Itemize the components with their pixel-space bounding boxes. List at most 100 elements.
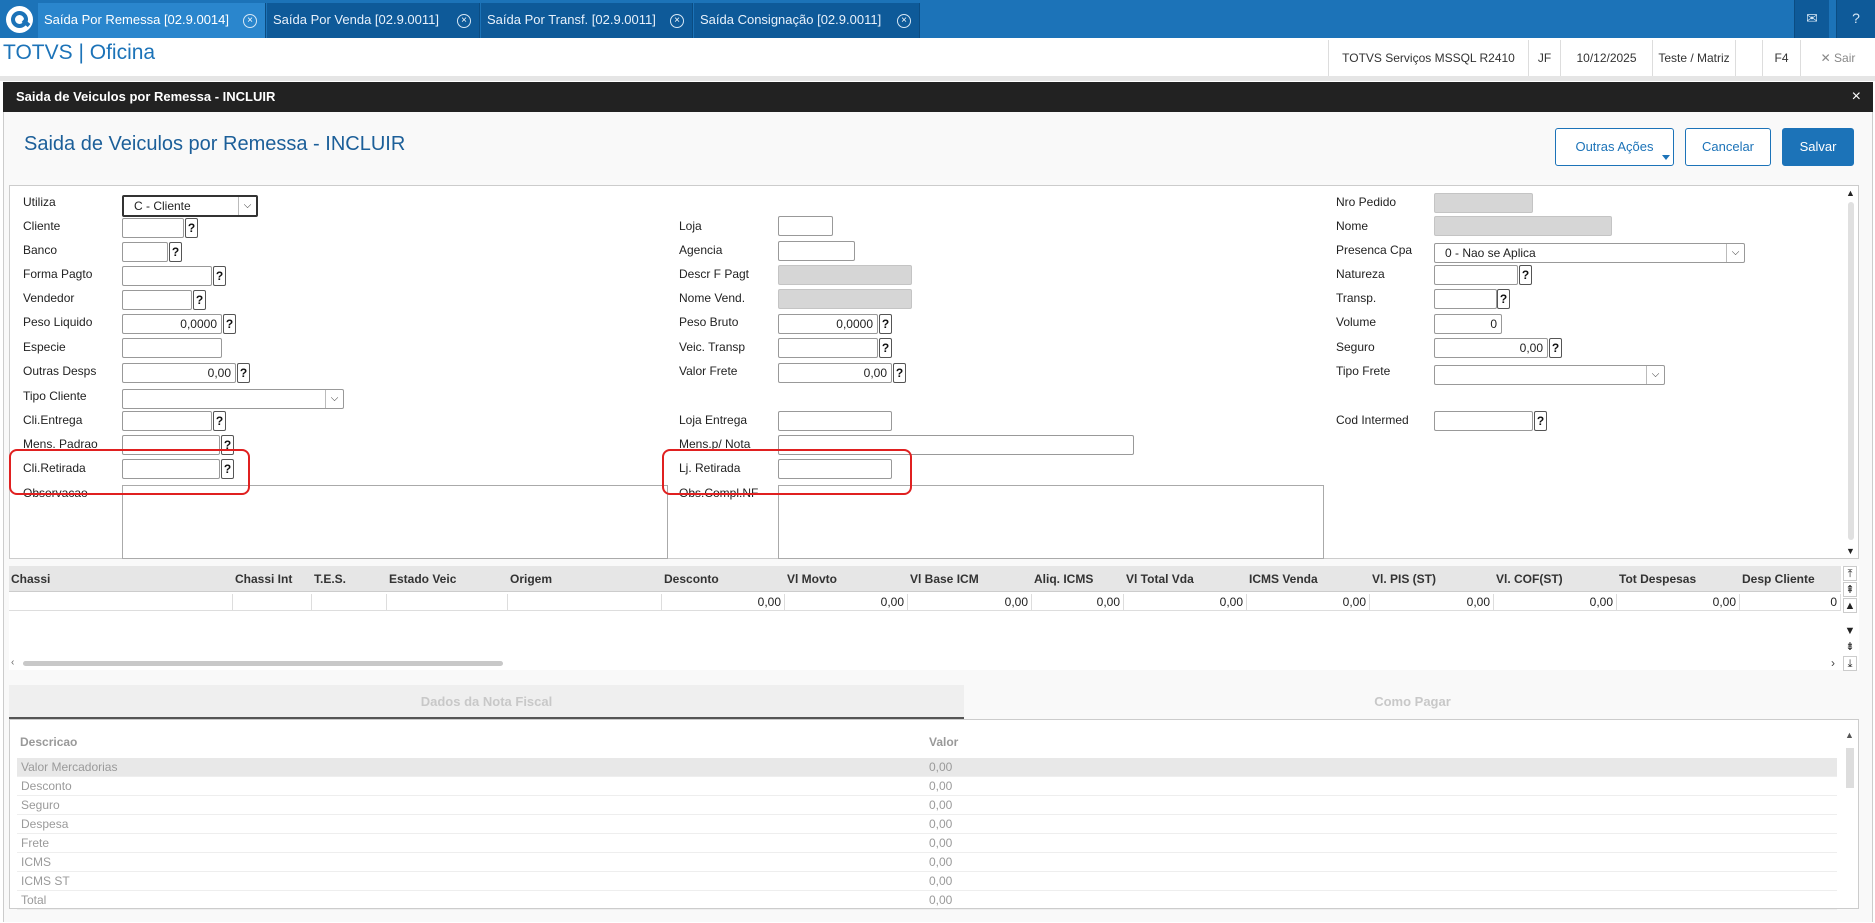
outras-desps-search-icon[interactable]: ? [237,363,250,383]
list-item[interactable]: ICMS ST 0,00 [17,872,1837,891]
transp-search-icon[interactable]: ? [1497,289,1510,309]
cell-chassi-int[interactable] [233,594,312,611]
cell-desconto[interactable]: 0,00 [662,594,785,611]
help-icon[interactable]: ? [1836,0,1875,38]
cliente-search-icon[interactable]: ? [185,218,198,238]
cell-vl-total-vda[interactable]: 0,00 [1124,594,1247,611]
forma-pagto-input[interactable] [122,266,212,286]
list-item[interactable]: Despesa 0,00 [17,815,1837,834]
cod-intermed-search-icon[interactable]: ? [1534,411,1547,431]
tipo-cliente-select[interactable]: ⌵ [122,389,344,409]
date-label[interactable]: 10/12/2025 [1560,40,1652,76]
banco-search-icon[interactable]: ? [169,242,182,262]
cod-intermed-input[interactable] [1434,411,1533,431]
col-tes[interactable]: T.E.S. [312,566,387,592]
observacao-textarea[interactable] [122,485,668,559]
vendedor-search-icon[interactable]: ? [193,290,206,310]
close-icon[interactable]: × [670,14,684,28]
natureza-search-icon[interactable]: ? [1519,265,1532,285]
exit-button[interactable]: ✕ Sair [1800,40,1875,76]
outras-desps-input[interactable]: 0,00 [122,363,236,383]
vendedor-input[interactable] [122,290,192,310]
col-desconto[interactable]: Desconto [662,566,785,592]
list-item[interactable]: Frete 0,00 [17,834,1837,853]
cell-vl-pis-st[interactable]: 0,00 [1370,594,1494,611]
scroll-right-icon[interactable]: › [1831,656,1835,670]
cell-tot-despesas[interactable]: 0,00 [1617,594,1740,611]
tab-saida-consignacao[interactable]: Saída Consignação [02.9.0011] × [694,3,920,38]
close-icon[interactable]: × [1852,82,1861,112]
obs-compl-nf-textarea[interactable] [778,485,1324,559]
peso-liquido-input[interactable]: 0,0000 [122,314,222,334]
cell-icms-venda[interactable]: 0,00 [1247,594,1370,611]
peso-bruto-input[interactable]: 0,0000 [778,314,878,334]
close-icon[interactable]: × [897,14,911,28]
scroll-down-icon[interactable]: ▼ [1846,546,1855,556]
scroll-track[interactable] [1848,202,1854,540]
list-item[interactable]: ICMS 0,00 [17,853,1837,872]
banco-input[interactable] [122,242,168,262]
summary-col-descricao[interactable]: Descricao [20,735,77,749]
col-vl-pis-st[interactable]: Vl. PIS (ST) [1370,566,1494,592]
totvs-logo-icon[interactable] [6,6,33,33]
col-estado-veic[interactable]: Estado Veic [387,566,508,592]
list-item[interactable]: Desconto 0,00 [17,777,1837,796]
save-button[interactable]: Salvar [1782,128,1854,166]
other-actions-button[interactable]: Outras Ações [1555,128,1674,166]
valor-frete-input[interactable]: 0,00 [778,363,892,383]
mail-icon[interactable]: ✉ [1794,0,1829,38]
form-scrollbar[interactable]: ▲ ▼ [1846,186,1856,558]
summary-scrollbar[interactable]: ▲ [1844,730,1856,906]
close-icon[interactable]: × [243,14,257,28]
presenca-cpa-select[interactable]: 0 - Nao se Aplica ⌵ [1434,243,1745,263]
col-vl-base-icm[interactable]: Vl Base ICM [908,566,1032,592]
col-icms-venda[interactable]: ICMS Venda [1247,566,1370,592]
cell-estado-veic[interactable] [387,594,508,611]
cell-chassi[interactable] [9,594,233,611]
seguro-input[interactable]: 0,00 [1434,338,1548,358]
cell-vl-base-icm[interactable]: 0,00 [908,594,1032,611]
cell-desp-cliente[interactable]: 0 [1740,594,1841,611]
grid-hscroll-thumb[interactable] [23,661,503,666]
col-tot-despesas[interactable]: Tot Despesas [1617,566,1740,592]
veic-transp-input[interactable] [778,338,878,358]
forma-pagto-search-icon[interactable]: ? [213,266,226,286]
col-vl-cof-st[interactable]: Vl. COF(ST) [1494,566,1617,592]
move-up-icon[interactable]: ▲ [1843,598,1857,613]
environment-label[interactable]: TOTVS Serviços MSSQL R2410 [1328,40,1528,76]
veic-transp-search-icon[interactable]: ? [879,338,892,358]
tab-dados-nota-fiscal[interactable]: Dados da Nota Fiscal [9,685,964,719]
cli-entrega-search-icon[interactable]: ? [213,411,226,431]
company-label[interactable]: Teste / Matriz [1652,40,1735,76]
list-item[interactable]: Total 0,00 [17,891,1837,910]
scroll-up-icon[interactable]: ▲ [1846,188,1855,198]
move-up-fast-icon[interactable]: ⇞ [1843,582,1857,597]
transp-input[interactable] [1434,289,1497,309]
summary-col-valor[interactable]: Valor [929,735,958,749]
valor-frete-search-icon[interactable]: ? [893,363,906,383]
cell-origem[interactable] [508,594,662,611]
move-top-icon[interactable]: ⤒ [1843,566,1857,581]
close-icon[interactable]: × [457,14,471,28]
tab-saida-venda[interactable]: Saída Por Venda [02.9.0011] × [267,3,480,38]
move-down-icon[interactable]: ▼ [1843,624,1857,639]
col-vl-movto[interactable]: Vl Movto [785,566,908,592]
utiliza-select[interactable]: C - Cliente ⌵ [122,195,258,217]
scroll-up-icon[interactable]: ▲ [1845,730,1854,740]
tab-saida-remessa[interactable]: Saída Por Remessa [02.9.0014] × [38,3,266,38]
col-chassi[interactable]: Chassi [9,566,233,592]
natureza-input[interactable] [1434,265,1518,285]
cell-vl-cof-st[interactable]: 0,00 [1494,594,1617,611]
peso-liquido-search-icon[interactable]: ? [223,314,236,334]
col-origem[interactable]: Origem [508,566,662,592]
cliente-input[interactable] [122,218,184,238]
cell-aliq-icms[interactable]: 0,00 [1032,594,1124,611]
col-desp-cliente[interactable]: Desp Cliente [1740,566,1841,592]
loja-input[interactable] [778,216,833,236]
cell-tes[interactable] [312,594,387,611]
tab-como-pagar[interactable]: Como Pagar [966,685,1859,719]
especie-input[interactable] [122,338,222,358]
scroll-thumb[interactable] [1846,748,1854,788]
user-label[interactable]: JF [1528,40,1560,76]
loja-entrega-input[interactable] [778,411,892,431]
